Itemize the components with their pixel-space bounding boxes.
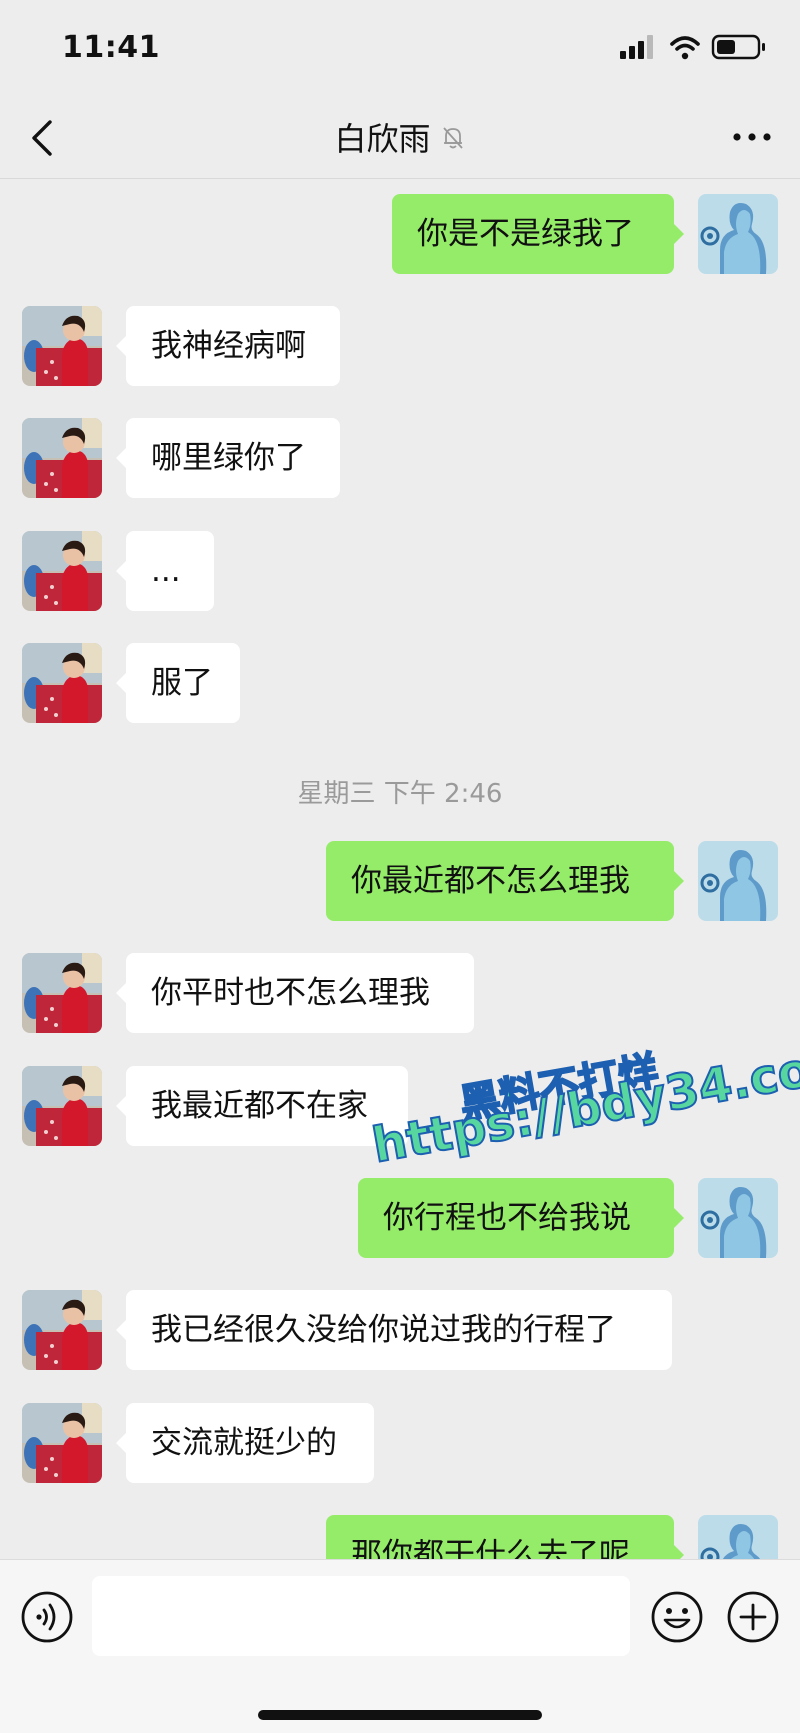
contact-avatar[interactable]: [22, 643, 102, 723]
message-row: 你是不是绿我了: [0, 194, 800, 274]
message-row: 你平时也不怎么理我: [0, 953, 800, 1033]
chat-header: 白欣雨: [0, 96, 800, 179]
chat-area[interactable]: 星期三 下午 2:46 你是不是绿我了 我神经病啊哪里绿你了... 服了你最近都不怎…: [0, 179, 800, 1559]
contact-avatar[interactable]: [22, 1290, 102, 1370]
message-row: 我已经很久没给你说过我的行程了: [0, 1290, 800, 1370]
incoming-message-bubble[interactable]: 我最近都不在家: [126, 1066, 408, 1146]
input-bar: [0, 1559, 800, 1733]
emoji-icon[interactable]: [650, 1590, 704, 1644]
contact-avatar[interactable]: [22, 1066, 102, 1146]
bubble-tail: [674, 224, 684, 244]
chat-title: 白欣雨: [334, 120, 431, 158]
bubble-tail: [116, 1096, 126, 1116]
status-icons: [620, 34, 765, 60]
plus-icon[interactable]: [726, 1590, 780, 1644]
user-avatar[interactable]: [698, 194, 778, 274]
home-indicator: [258, 1710, 542, 1720]
bubble-tail: [116, 336, 126, 356]
contact-avatar[interactable]: [22, 1403, 102, 1483]
status-bar: 11:41: [0, 0, 800, 96]
wifi-icon: [670, 36, 700, 60]
incoming-message-bubble[interactable]: 交流就挺少的: [126, 1403, 374, 1483]
bubble-tail: [674, 1208, 684, 1228]
incoming-message-bubble[interactable]: 哪里绿你了: [126, 418, 340, 498]
user-avatar[interactable]: [698, 841, 778, 921]
bubble-tail: [116, 1320, 126, 1340]
mute-bell-icon: [442, 127, 463, 149]
contact-avatar[interactable]: [22, 418, 102, 498]
timestamp: 星期三 下午 2:46: [297, 779, 503, 809]
signal-icon: [620, 35, 653, 59]
battery-icon: [711, 34, 765, 60]
message-row: 那你都干什么去了呢: [0, 1515, 800, 1559]
outgoing-message-bubble[interactable]: 那你都干什么去了呢: [326, 1515, 674, 1559]
voice-icon[interactable]: [20, 1590, 74, 1644]
contact-avatar[interactable]: [22, 953, 102, 1033]
bubble-tail: [674, 871, 684, 891]
outgoing-message-bubble[interactable]: 你行程也不给我说: [358, 1178, 674, 1258]
user-avatar[interactable]: [698, 1178, 778, 1258]
bubble-tail: [116, 448, 126, 468]
incoming-message-bubble[interactable]: 我已经很久没给你说过我的行程了: [126, 1290, 672, 1370]
incoming-message-bubble[interactable]: 你平时也不怎么理我: [126, 953, 474, 1033]
outgoing-message-bubble[interactable]: 你最近都不怎么理我: [326, 841, 674, 921]
incoming-message-bubble[interactable]: 服了: [126, 643, 240, 723]
status-time: 11:41: [62, 30, 160, 65]
more-dots-icon[interactable]: [732, 122, 772, 152]
contact-avatar[interactable]: [22, 531, 102, 611]
message-row: 你行程也不给我说: [0, 1178, 800, 1258]
message-row: 哪里绿你了: [0, 418, 800, 498]
incoming-message-bubble[interactable]: 我神经病啊: [126, 306, 340, 386]
title-wrap: 白欣雨: [0, 114, 800, 160]
outgoing-message-bubble[interactable]: 你是不是绿我了: [392, 194, 674, 274]
bubble-tail: [674, 1545, 684, 1559]
message-row: ...: [0, 531, 800, 611]
incoming-message-bubble[interactable]: ...: [126, 531, 214, 611]
user-avatar[interactable]: [698, 1515, 778, 1559]
bubble-tail: [116, 1433, 126, 1453]
message-row: 交流就挺少的: [0, 1403, 800, 1483]
message-input[interactable]: [92, 1576, 630, 1656]
message-row: 我神经病啊: [0, 306, 800, 386]
message-row: 你最近都不怎么理我: [0, 841, 800, 921]
bubble-tail: [116, 983, 126, 1003]
bubble-tail: [116, 561, 126, 581]
bubble-tail: [116, 673, 126, 693]
message-row: 服了: [0, 643, 800, 723]
contact-avatar[interactable]: [22, 306, 102, 386]
